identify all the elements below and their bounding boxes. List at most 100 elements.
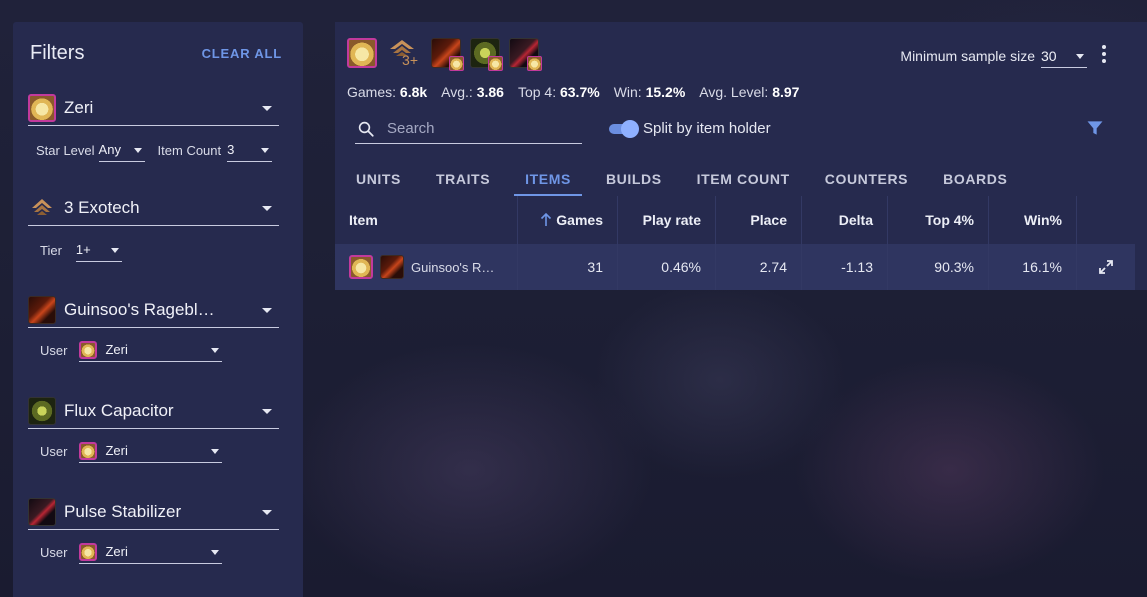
search-icon [358,121,374,137]
tier-label: Tier [40,242,62,258]
min-sample-control: Minimum sample size 30 [900,44,1087,68]
item-select[interactable]: Guinsoo's Ragebl… [28,292,279,328]
chevron-down-icon [262,307,272,313]
filter-icon[interactable] [1085,118,1105,138]
tier-select[interactable]: 1+ [75,238,122,262]
expand-row-button[interactable] [1077,244,1135,290]
zeri-icon [488,56,503,71]
col-win[interactable]: Win% [989,196,1077,244]
user-select[interactable]: Zeri [79,540,223,564]
toggle-label: Split by item holder [643,120,771,137]
search-input[interactable] [387,120,567,137]
zeri-icon[interactable] [347,38,377,68]
split-by-holder-toggle[interactable]: Split by item holder [609,119,771,138]
stat-games: Games: 6.8k [347,84,428,100]
clear-all-button[interactable]: CLEAR ALL [202,46,282,61]
min-sample-select[interactable]: 30 [1041,44,1087,68]
item-select-value: Pulse Stabilizer [64,501,182,521]
col-item[interactable]: Item [335,196,518,244]
sort-ascending-icon [541,213,552,226]
item-filter-flux: Flux Capacitor User Zeri [28,393,279,463]
exotech-trait-chip[interactable]: 3+ [386,37,418,69]
stat-avg-level: Avg. Level: 8.97 [699,84,800,100]
item-select[interactable]: Flux Capacitor [28,393,279,429]
chevron-down-icon [211,347,220,353]
user-label: User [40,443,68,459]
chevron-down-icon [262,205,272,211]
min-sample-label: Minimum sample size [900,48,1035,64]
tab-units[interactable]: UNITS [345,162,412,196]
filters-title: Filters [30,42,85,64]
zeri-icon [79,441,98,460]
tab-builds[interactable]: BUILDS [595,162,673,196]
summary-stats: Games: 6.8k Avg.: 3.86 Top 4: 63.7% Win:… [347,84,799,100]
user-value: Zeri [105,342,128,357]
toggle-switch[interactable] [609,119,639,138]
chevron-down-icon [262,509,272,515]
min-sample-value: 30 [1041,47,1057,64]
stat-avg: Avg.: 3.86 [441,84,504,100]
results-panel: 3+ Minimum sample size 30 Games: 6.8k Av… [335,22,1147,290]
chevron-down-icon [110,247,119,253]
user-value: Zeri [105,443,128,458]
star-level-select[interactable]: Any [98,138,145,162]
user-label: User [40,342,68,358]
user-select[interactable]: Zeri [79,338,223,362]
flux-capacitor-icon[interactable] [470,38,503,71]
chevron-down-icon [261,147,270,153]
tab-boards[interactable]: BOARDS [932,162,1018,196]
chevron-down-icon [133,147,142,153]
col-play-rate[interactable]: Play rate [618,196,716,244]
unit-filter-zeri: Zeri Star Level Any Item Count 3 [28,90,279,162]
user-value: Zeri [105,544,128,559]
item-select-value: Flux Capacitor [64,400,174,420]
guinsoos-rageblade-icon[interactable] [431,38,464,71]
more-menu-icon[interactable] [1094,44,1114,64]
col-top4[interactable]: Top 4% [888,196,989,244]
chevron-down-icon [211,549,220,555]
zeri-icon [79,340,98,359]
col-place[interactable]: Place [716,196,802,244]
guinsoos-rageblade-icon [28,295,56,324]
item-count-select[interactable]: 3 [227,138,273,162]
trait-select[interactable]: 3 Exotech [28,190,279,226]
item-filter-guinsoo: Guinsoo's Ragebl… User Zeri [28,292,279,362]
chevron-down-icon [211,448,220,454]
chevron-down-icon [262,408,272,414]
row-place: 2.74 [716,244,802,290]
row-games: 31 [518,244,618,290]
chevron-down-icon [262,105,272,111]
unit-select-value: Zeri [64,97,94,117]
zeri-icon [527,56,542,71]
unit-select[interactable]: Zeri [28,90,279,126]
user-label: User [40,544,68,560]
tab-counters[interactable]: COUNTERS [814,162,919,196]
item-select[interactable]: Pulse Stabilizer [28,494,279,530]
tab-item-count[interactable]: ITEM COUNT [686,162,801,196]
search-field[interactable] [355,114,582,144]
row-play-rate: 0.46% [618,244,716,290]
col-expand [1077,196,1135,244]
row-top4: 90.3% [888,244,989,290]
col-delta[interactable]: Delta [802,196,888,244]
tier-value: 1+ [75,242,91,257]
zeri-icon [349,255,373,279]
table-header: Item Games Play rate Place Delta Top 4% … [335,196,1135,244]
col-games[interactable]: Games [518,196,618,244]
zeri-icon [79,542,98,561]
pulse-stabilizer-icon[interactable] [509,38,542,71]
item-count-value: 3 [227,142,235,157]
guinsoos-rageblade-icon [380,255,404,279]
tab-items[interactable]: ITEMS [514,162,582,196]
table-row[interactable]: Guinsoo's R… 31 0.46% 2.74 -1.13 90.3% 1… [335,244,1135,290]
active-filter-chips: 3+ [347,37,542,71]
pulse-stabilizer-icon [28,497,56,526]
stat-win: Win: 15.2% [613,84,686,100]
trait-filter-exotech: 3 Exotech Tier 1+ [28,190,279,262]
flux-capacitor-icon [28,396,56,425]
tab-traits[interactable]: TRAITS [425,162,501,196]
user-select[interactable]: Zeri [79,439,223,463]
row-delta: -1.13 [802,244,888,290]
results-tabs: UNITS TRAITS ITEMS BUILDS ITEM COUNT COU… [345,162,1031,196]
star-level-value: Any [98,142,121,157]
